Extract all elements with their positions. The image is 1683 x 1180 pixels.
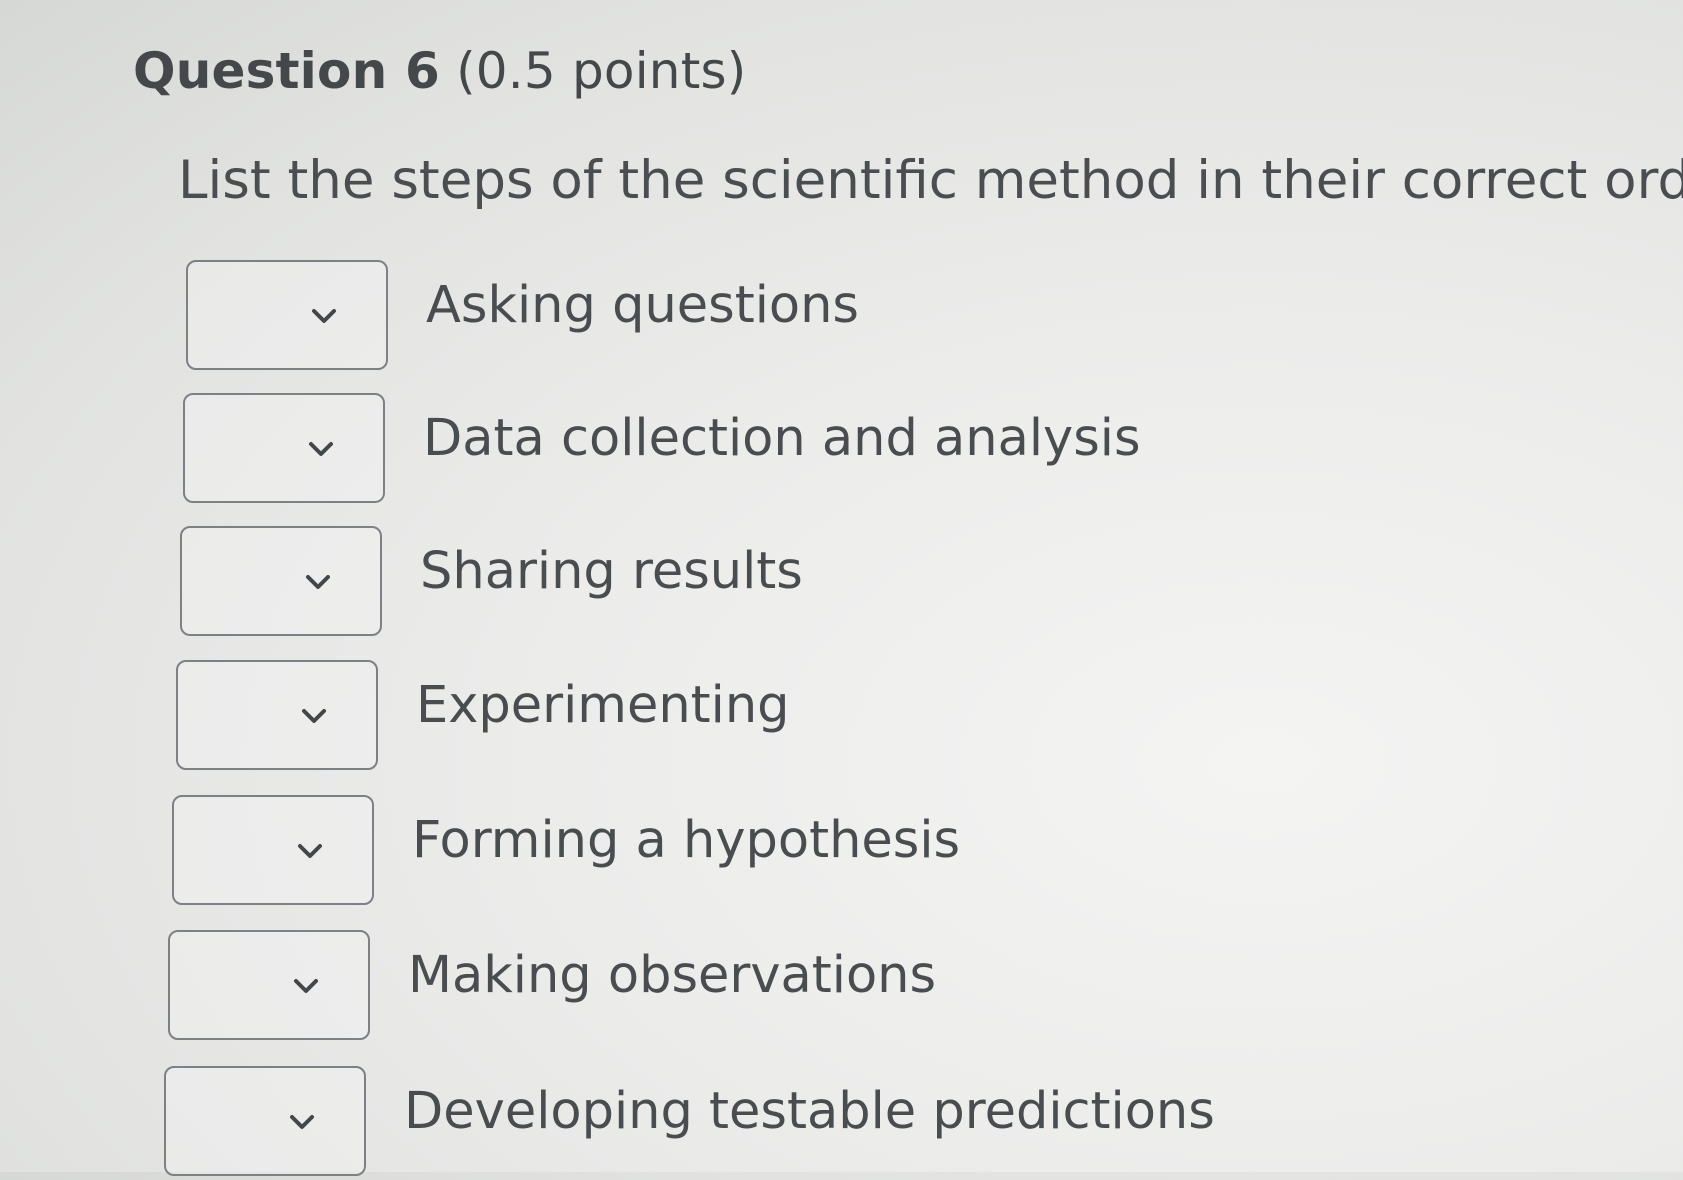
order-select[interactable]	[164, 1066, 366, 1176]
order-select[interactable]	[176, 660, 378, 770]
order-select[interactable]	[172, 795, 374, 905]
step-label: Data collection and analysis	[423, 409, 1141, 468]
chevron-down-icon	[294, 979, 318, 993]
order-select[interactable]	[180, 526, 382, 636]
chevron-down-icon	[306, 575, 330, 589]
step-label: Experimenting	[416, 676, 790, 735]
step-label: Developing testable predictions	[404, 1082, 1215, 1141]
chevron-down-icon	[298, 844, 322, 858]
chevron-down-icon	[309, 442, 333, 456]
order-select[interactable]	[186, 260, 388, 370]
step-label: Making observations	[408, 946, 937, 1005]
chevron-down-icon	[312, 309, 336, 323]
chevron-down-icon	[290, 1115, 314, 1129]
question-points: (0.5 points)	[456, 42, 747, 100]
order-select[interactable]	[168, 930, 370, 1040]
question-prompt: List the steps of the scientific method …	[178, 150, 1683, 211]
question-number: Question 6	[133, 42, 440, 100]
order-select[interactable]	[183, 393, 385, 503]
step-label: Sharing results	[420, 542, 803, 601]
question-title: Question 6 (0.5 points)	[133, 42, 746, 100]
step-label: Asking questions	[426, 276, 859, 335]
step-label: Forming a hypothesis	[412, 811, 961, 870]
chevron-down-icon	[302, 709, 326, 723]
